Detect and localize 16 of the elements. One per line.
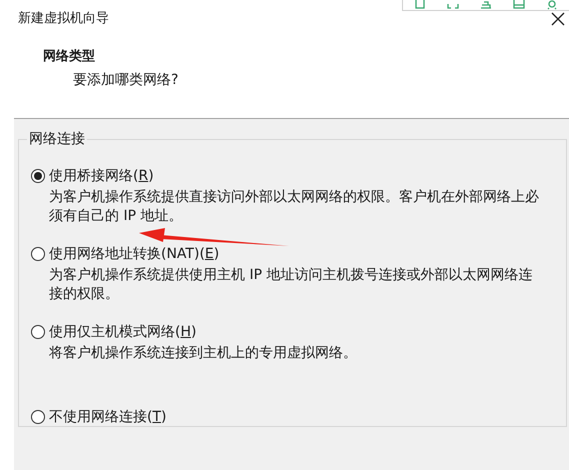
radio-option[interactable]: 使用仅主机模式网络(H) [31,322,196,342]
radio-option[interactable]: 使用网络地址转换(NAT)(E) [31,244,220,264]
radio-button[interactable] [31,410,45,424]
group-title: 网络连接 [27,130,87,146]
option-description: 将客户机操作系统连接到主机上的专用虚拟网络。 [49,344,358,362]
radio-option[interactable]: 使用桥接网络(R) [31,166,154,186]
option-description: 为客户机操作系统提供直接访问外部以太网网络的权限。客户机在外部网络上必须有自己的 IP 地址。 [49,188,540,226]
radio-button[interactable] [31,247,45,261]
radio-button[interactable] [31,325,45,339]
option-description: 为客户机操作系统提供使用主机 IP 地址访问主机拨号连接或外部以太网网络连接的权限。 [49,266,534,304]
radio-button[interactable] [31,169,45,183]
page-subtitle: 要添加哪类网络? [72,71,180,90]
radio-option[interactable]: 不使用网络连接(T) [31,406,166,428]
window-title: 新建虚拟机向导 [18,10,109,28]
page-heading: 网络类型 [43,48,96,66]
close-icon[interactable] [551,12,565,26]
